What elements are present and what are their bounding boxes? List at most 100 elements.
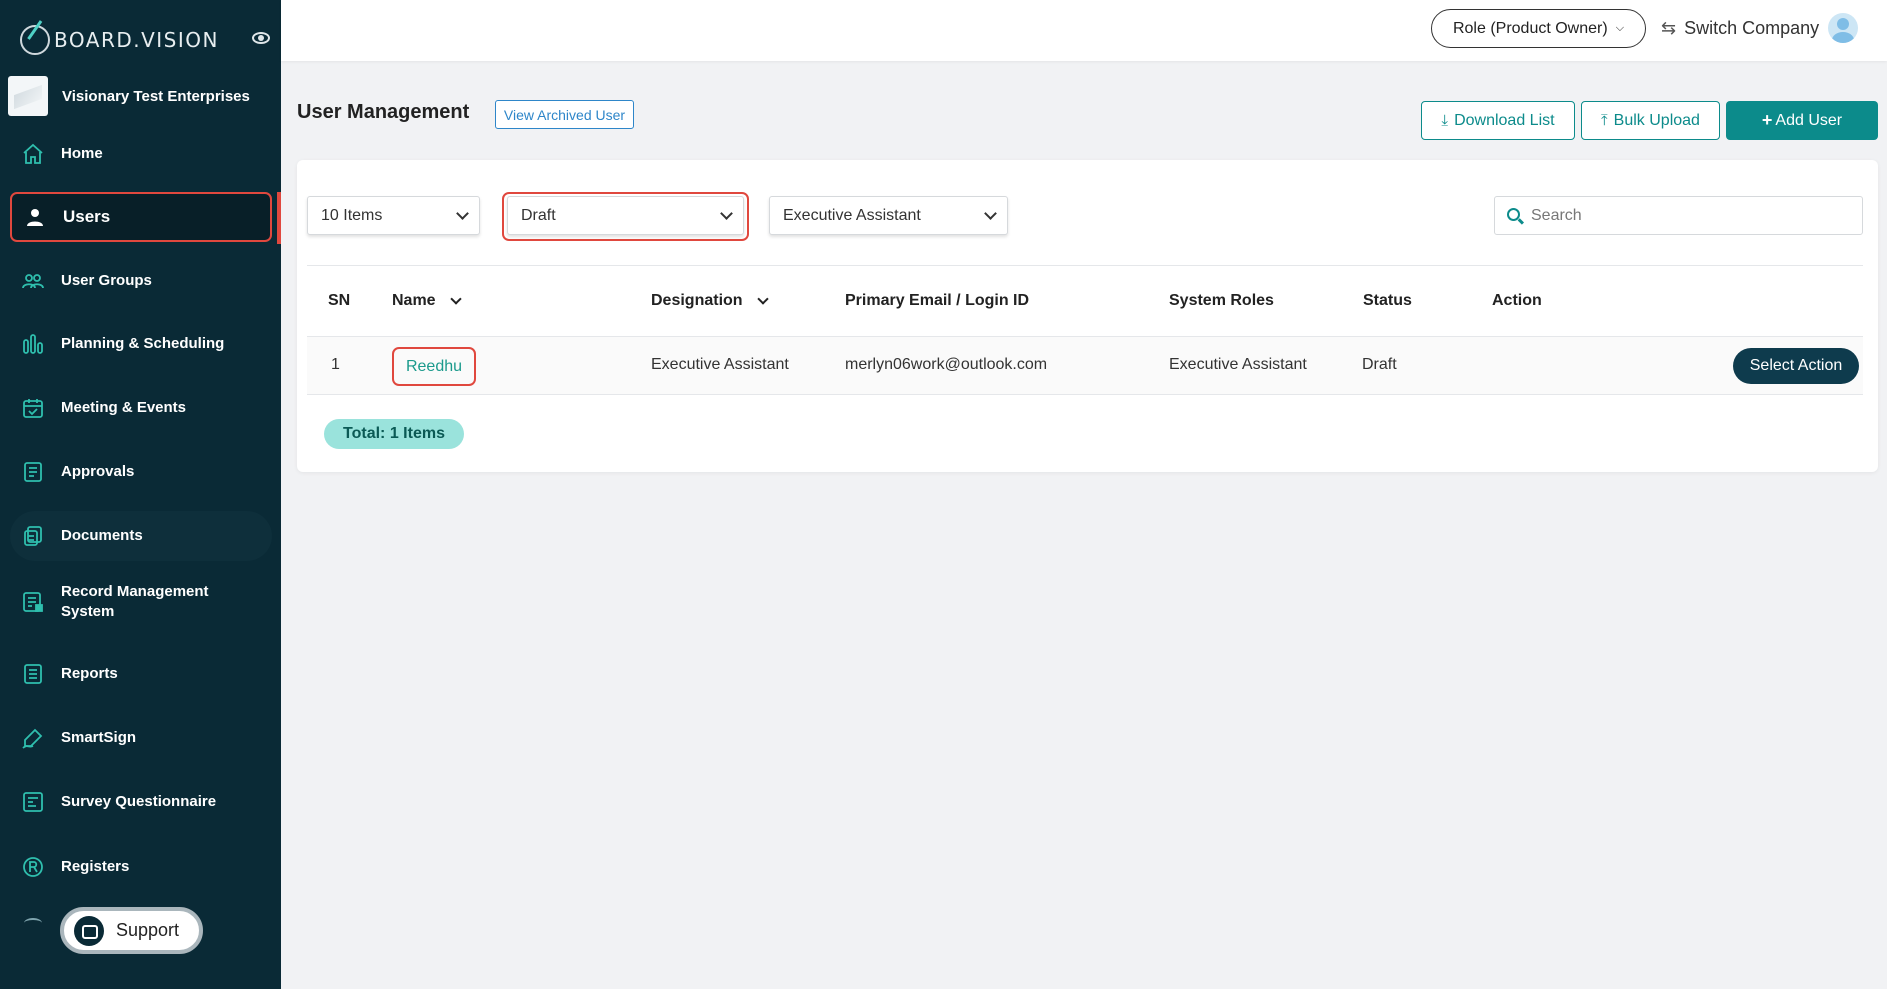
swap-icon: ⇆ bbox=[1661, 17, 1677, 38]
sidebar-item-home[interactable]: Home bbox=[10, 129, 272, 179]
plus-icon: + bbox=[1761, 110, 1773, 130]
user-name-link[interactable]: Reedhu bbox=[392, 347, 476, 386]
sidebar-item-reports[interactable]: Reports bbox=[10, 649, 272, 699]
sidebar-item-label: Meeting & Events bbox=[61, 399, 187, 416]
table-row: 1 Reedhu Executive Assistant merlyn06wor… bbox=[307, 337, 1863, 395]
org-name: Visionary Test Enterprises bbox=[62, 87, 250, 105]
documents-icon bbox=[20, 523, 46, 549]
download-label: Download List bbox=[1454, 111, 1555, 129]
cell-email: merlyn06work@outlook.com bbox=[845, 356, 1048, 373]
designation-filter-select[interactable]: Executive Assistant bbox=[769, 196, 1008, 235]
chevron-down-icon: ⌵ bbox=[1615, 22, 1625, 34]
sidebar-item-label: SmartSign bbox=[61, 729, 137, 746]
chevron-down-icon bbox=[456, 207, 469, 220]
sidebar-item-label: Users bbox=[63, 207, 111, 226]
sidebar-item-label: Record Management System bbox=[61, 583, 209, 620]
sidebar-item-label: Reports bbox=[61, 665, 118, 682]
chevron-down-icon bbox=[984, 207, 997, 220]
sidebar-item-label: Approvals bbox=[61, 463, 135, 480]
sidebar-item-label: Home bbox=[61, 145, 103, 162]
survey-icon bbox=[20, 789, 46, 815]
role-label: Role (Product Owner) bbox=[1452, 19, 1608, 37]
planning-icon bbox=[20, 331, 46, 357]
approval-icon bbox=[20, 459, 46, 485]
sidebar-item-label: Survey Questionnaire bbox=[61, 793, 217, 810]
brand-logo[interactable]: BOARD.VISION bbox=[20, 24, 270, 56]
status-filter-select[interactable]: Draft bbox=[507, 196, 744, 235]
items-per-page-select[interactable]: 10 Items bbox=[307, 196, 480, 235]
column-header-name[interactable]: Name bbox=[392, 292, 462, 310]
column-header-action: Action bbox=[1492, 292, 1542, 309]
sidebar-item-user-groups[interactable]: User Groups bbox=[10, 256, 272, 306]
column-header-system-roles: System Roles bbox=[1169, 292, 1274, 309]
search-field[interactable] bbox=[1494, 196, 1863, 235]
chat-support-icon bbox=[74, 915, 104, 946]
sidebar-item-approvals[interactable]: Approvals bbox=[10, 447, 272, 497]
column-header-email: Primary Email / Login ID bbox=[845, 292, 1030, 309]
user-table-card: 10 Items Draft Executive Assistant SN Na… bbox=[297, 160, 1878, 472]
column-header-designation[interactable]: Designation bbox=[651, 292, 769, 310]
sort-chevron-icon[interactable] bbox=[449, 293, 462, 305]
page-title: User Management bbox=[297, 101, 470, 123]
reports-icon bbox=[20, 661, 46, 687]
logo-mark-icon bbox=[20, 25, 50, 55]
organization[interactable]: Visionary Test Enterprises bbox=[8, 76, 273, 116]
user-icon bbox=[22, 204, 48, 230]
sidebar-item-label: Registers bbox=[61, 858, 130, 875]
total-items-badge: Total: 1 Items bbox=[324, 419, 464, 449]
sidebar: BOARD.VISION Visionary Test Enterprises … bbox=[0, 0, 281, 989]
column-header-sn: SN bbox=[328, 292, 351, 309]
cell-system-roles: Executive Assistant bbox=[1169, 356, 1307, 373]
cell-designation: Executive Assistant bbox=[651, 356, 789, 373]
search-icon bbox=[1507, 208, 1520, 221]
select-action-button[interactable]: Select Action bbox=[1733, 348, 1859, 384]
sidebar-item-documents[interactable]: Documents bbox=[10, 511, 272, 561]
sidebar-item-records[interactable]: Record Management System bbox=[10, 577, 272, 627]
switch-company-label: Switch Company bbox=[1684, 17, 1820, 38]
sidebar-item-label: User Groups bbox=[61, 272, 152, 289]
status-filter-value: Draft bbox=[521, 206, 556, 224]
home-icon bbox=[20, 141, 46, 167]
view-archived-user-button[interactable]: View Archived User bbox=[495, 100, 634, 129]
chevron-down-icon bbox=[720, 207, 733, 220]
sort-chevron-icon[interactable] bbox=[756, 293, 769, 305]
scroll-up-icon bbox=[24, 918, 42, 928]
top-bar bbox=[281, 0, 1887, 61]
role-selector[interactable]: Role (Product Owner) ⌵ bbox=[1431, 9, 1646, 48]
active-indicator bbox=[277, 192, 281, 244]
sidebar-item-registers[interactable]: Registers bbox=[10, 842, 272, 892]
add-user-label: Add User bbox=[1775, 111, 1843, 129]
cell-sn: 1 bbox=[331, 356, 340, 373]
calendar-icon bbox=[20, 395, 46, 421]
user-group-icon bbox=[20, 268, 46, 294]
search-input[interactable] bbox=[1531, 206, 1831, 225]
download-list-button[interactable]: ⤓ Download List bbox=[1421, 101, 1575, 140]
cell-status: Draft bbox=[1362, 356, 1397, 373]
records-icon bbox=[20, 589, 46, 615]
table-header: SN Name Designation Primary Email / Logi… bbox=[307, 265, 1863, 337]
bulk-upload-button[interactable]: ⤒ Bulk Upload bbox=[1581, 101, 1720, 140]
upload-icon: ⤒ bbox=[1601, 112, 1608, 129]
logo-text: BOARD.VISION bbox=[54, 28, 219, 52]
sidebar-item-label: Documents bbox=[61, 527, 143, 544]
sidebar-item-smartsign[interactable]: SmartSign bbox=[10, 713, 272, 763]
switch-company-button[interactable]: ⇆ Switch Company bbox=[1661, 13, 1819, 43]
sidebar-item-label: Planning & Scheduling bbox=[61, 335, 225, 352]
sidebar-item-meetings[interactable]: Meeting & Events bbox=[10, 383, 272, 433]
items-per-page-value: 10 Items bbox=[321, 206, 383, 224]
eye-icon[interactable] bbox=[252, 32, 270, 44]
avatar[interactable] bbox=[1828, 13, 1858, 43]
sidebar-item-survey[interactable]: Survey Questionnaire bbox=[10, 777, 272, 827]
bulk-upload-label: Bulk Upload bbox=[1613, 111, 1700, 129]
sidebar-item-planning[interactable]: Planning & Scheduling bbox=[10, 319, 272, 369]
download-icon: ⤓ bbox=[1441, 112, 1449, 129]
support-label: Support bbox=[116, 920, 180, 940]
column-header-status: Status bbox=[1363, 292, 1412, 309]
pen-icon bbox=[20, 725, 46, 751]
registered-icon bbox=[20, 854, 46, 880]
add-user-button[interactable]: + Add User bbox=[1726, 101, 1878, 140]
designation-filter-value: Executive Assistant bbox=[783, 206, 921, 224]
sidebar-item-users[interactable]: Users bbox=[10, 192, 272, 242]
org-logo bbox=[8, 76, 48, 116]
support-button[interactable]: Support bbox=[60, 907, 203, 954]
